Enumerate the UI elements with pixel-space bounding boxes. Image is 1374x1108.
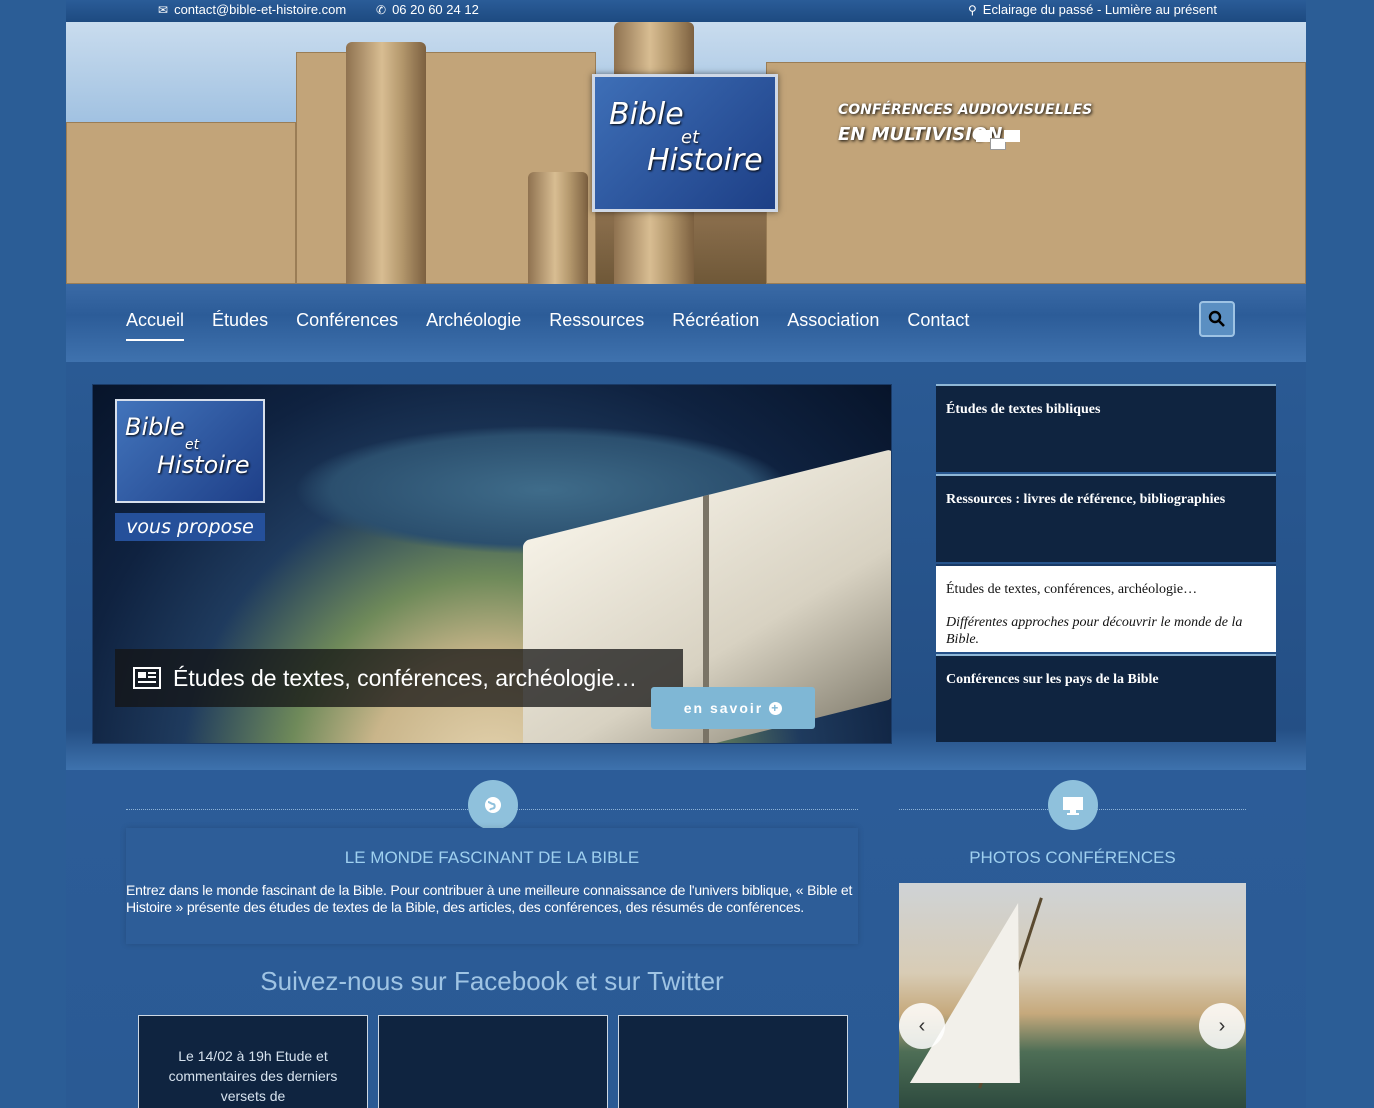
plus-circle-icon: + bbox=[769, 700, 783, 715]
thumb-ressources[interactable]: Ressources : livres de référence, biblio… bbox=[936, 474, 1276, 562]
thumb-title: Ressources : livres de référence, biblio… bbox=[946, 492, 1226, 507]
en-savoir-button[interactable]: en savoir + bbox=[651, 687, 815, 729]
thumb-title: Conférences sur les pays de la Bible bbox=[946, 672, 1159, 687]
nav-item-recreation[interactable]: Récréation bbox=[672, 310, 759, 341]
section-title-monde: LE MONDE FASCINANT DE LA BIBLE bbox=[344, 848, 640, 867]
top-bar: ✉ contact@bible-et-histoire.com ✆ 06 20 … bbox=[66, 0, 1306, 22]
slider-section: Bible et Histoire vous propose Études de… bbox=[66, 362, 1306, 770]
header-banner: Bible et Histoire CONFÉRENCES AUDIOVISUE… bbox=[66, 22, 1306, 284]
tagline: ⚲ Eclairage du passé - Lumière au présen… bbox=[968, 2, 1217, 17]
tagline-text: Eclairage du passé - Lumière au présent bbox=[982, 2, 1217, 17]
section-title-photos: PHOTOS CONFÉRENCES bbox=[969, 848, 1176, 867]
follow-us-heading: Suivez-nous sur Facebook et sur Twitter bbox=[260, 966, 724, 996]
ruin-wall bbox=[766, 62, 1306, 284]
search-icon bbox=[1208, 310, 1225, 327]
contact-email[interactable]: ✉ contact@bible-et-histoire.com bbox=[158, 2, 346, 17]
slide-caption: Études de textes, conférences, archéolog… bbox=[115, 649, 683, 707]
slider-thumbnails: Études de textes bibliques Ressources : … bbox=[936, 384, 1276, 744]
ruin-column bbox=[346, 42, 426, 284]
envelope-icon: ✉ bbox=[158, 2, 169, 17]
en-savoir-label: en savoir bbox=[683, 700, 764, 716]
slide-logo-histoire: Histoire bbox=[157, 451, 250, 479]
slide-image[interactable]: Bible et Histoire vous propose Études de… bbox=[92, 384, 892, 744]
map-pin-icon: ⚲ bbox=[968, 2, 977, 17]
conference-tagline: CONFÉRENCES AUDIOVISUELLES EN MULTIVISIO… bbox=[838, 102, 1092, 145]
nav-item-etudes[interactable]: Études bbox=[212, 310, 268, 341]
conf-line-2: EN MULTIVISION bbox=[838, 124, 1003, 145]
ruin-column bbox=[528, 172, 588, 284]
nav-item-conferences[interactable]: Conférences bbox=[296, 310, 398, 341]
logo-word-histoire: Histoire bbox=[647, 143, 763, 178]
thumb-title: Études de textes bibliques bbox=[946, 402, 1101, 417]
nav-item-contact[interactable]: Contact bbox=[907, 310, 969, 341]
thumb-active[interactable]: Études de textes, conférences, archéolog… bbox=[936, 564, 1276, 652]
page-wrapper: ✉ contact@bible-et-histoire.com ✆ 06 20 … bbox=[66, 0, 1306, 1108]
felucca-sail bbox=[909, 903, 1059, 1083]
thumb-etudes[interactable]: Études de textes bibliques bbox=[936, 384, 1276, 472]
monitor-icon bbox=[1048, 780, 1098, 830]
slide-caption-text: Études de textes, conférences, archéolog… bbox=[173, 664, 638, 691]
facebook-card[interactable] bbox=[378, 1015, 608, 1108]
logo-word-bible: Bible bbox=[609, 97, 684, 132]
phone-text: 06 20 60 24 12 bbox=[392, 2, 479, 17]
content-section: LE MONDE FASCINANT DE LA BIBLE Entrez da… bbox=[66, 770, 1306, 1108]
ruin-wall bbox=[66, 122, 296, 284]
chevron-left-icon: ‹ bbox=[918, 1014, 926, 1037]
thumb-title: Études de textes, conférences, archéolog… bbox=[946, 582, 1198, 597]
news-card[interactable]: Le 14/02 à 19h Etude et commentaires des… bbox=[138, 1015, 368, 1108]
globe-icon bbox=[468, 780, 518, 830]
nav-item-archeologie[interactable]: Archéologie bbox=[426, 310, 521, 341]
thumb-subtitle: Différentes approches pour découvrir le … bbox=[946, 615, 1243, 647]
vous-propose-label: vous propose bbox=[115, 513, 265, 541]
email-text[interactable]: contact@bible-et-histoire.com bbox=[174, 2, 346, 17]
slide-logo-bible: Bible bbox=[125, 413, 185, 441]
search-button[interactable] bbox=[1199, 301, 1235, 337]
site-logo[interactable]: Bible et Histoire bbox=[592, 74, 778, 212]
conf-line-1: CONFÉRENCES AUDIOVISUELLES bbox=[838, 102, 1093, 118]
nav-item-association[interactable]: Association bbox=[787, 310, 879, 341]
thumb-conferences[interactable]: Conférences sur les pays de la Bible bbox=[936, 654, 1276, 742]
contact-phone: ✆ 06 20 60 24 12 bbox=[376, 2, 479, 17]
chevron-right-icon: › bbox=[1218, 1014, 1226, 1037]
twitter-card[interactable] bbox=[618, 1015, 848, 1108]
nav-menu: Accueil Études Conférences Archéologie R… bbox=[126, 310, 969, 341]
intro-text: Entrez dans le monde fascinant de la Bib… bbox=[126, 882, 853, 915]
carousel-next-button[interactable]: › bbox=[1199, 1003, 1245, 1049]
photo-carousel[interactable]: ‹ › bbox=[899, 883, 1246, 1108]
main-nav: Accueil Études Conférences Archéologie R… bbox=[66, 284, 1306, 362]
carousel-prev-button[interactable]: ‹ bbox=[899, 1003, 945, 1049]
slide-logo: Bible et Histoire bbox=[115, 399, 265, 503]
newspaper-icon bbox=[133, 667, 161, 689]
phone-icon: ✆ bbox=[376, 2, 387, 17]
nav-item-ressources[interactable]: Ressources bbox=[549, 310, 644, 341]
nav-item-accueil[interactable]: Accueil bbox=[126, 310, 185, 341]
